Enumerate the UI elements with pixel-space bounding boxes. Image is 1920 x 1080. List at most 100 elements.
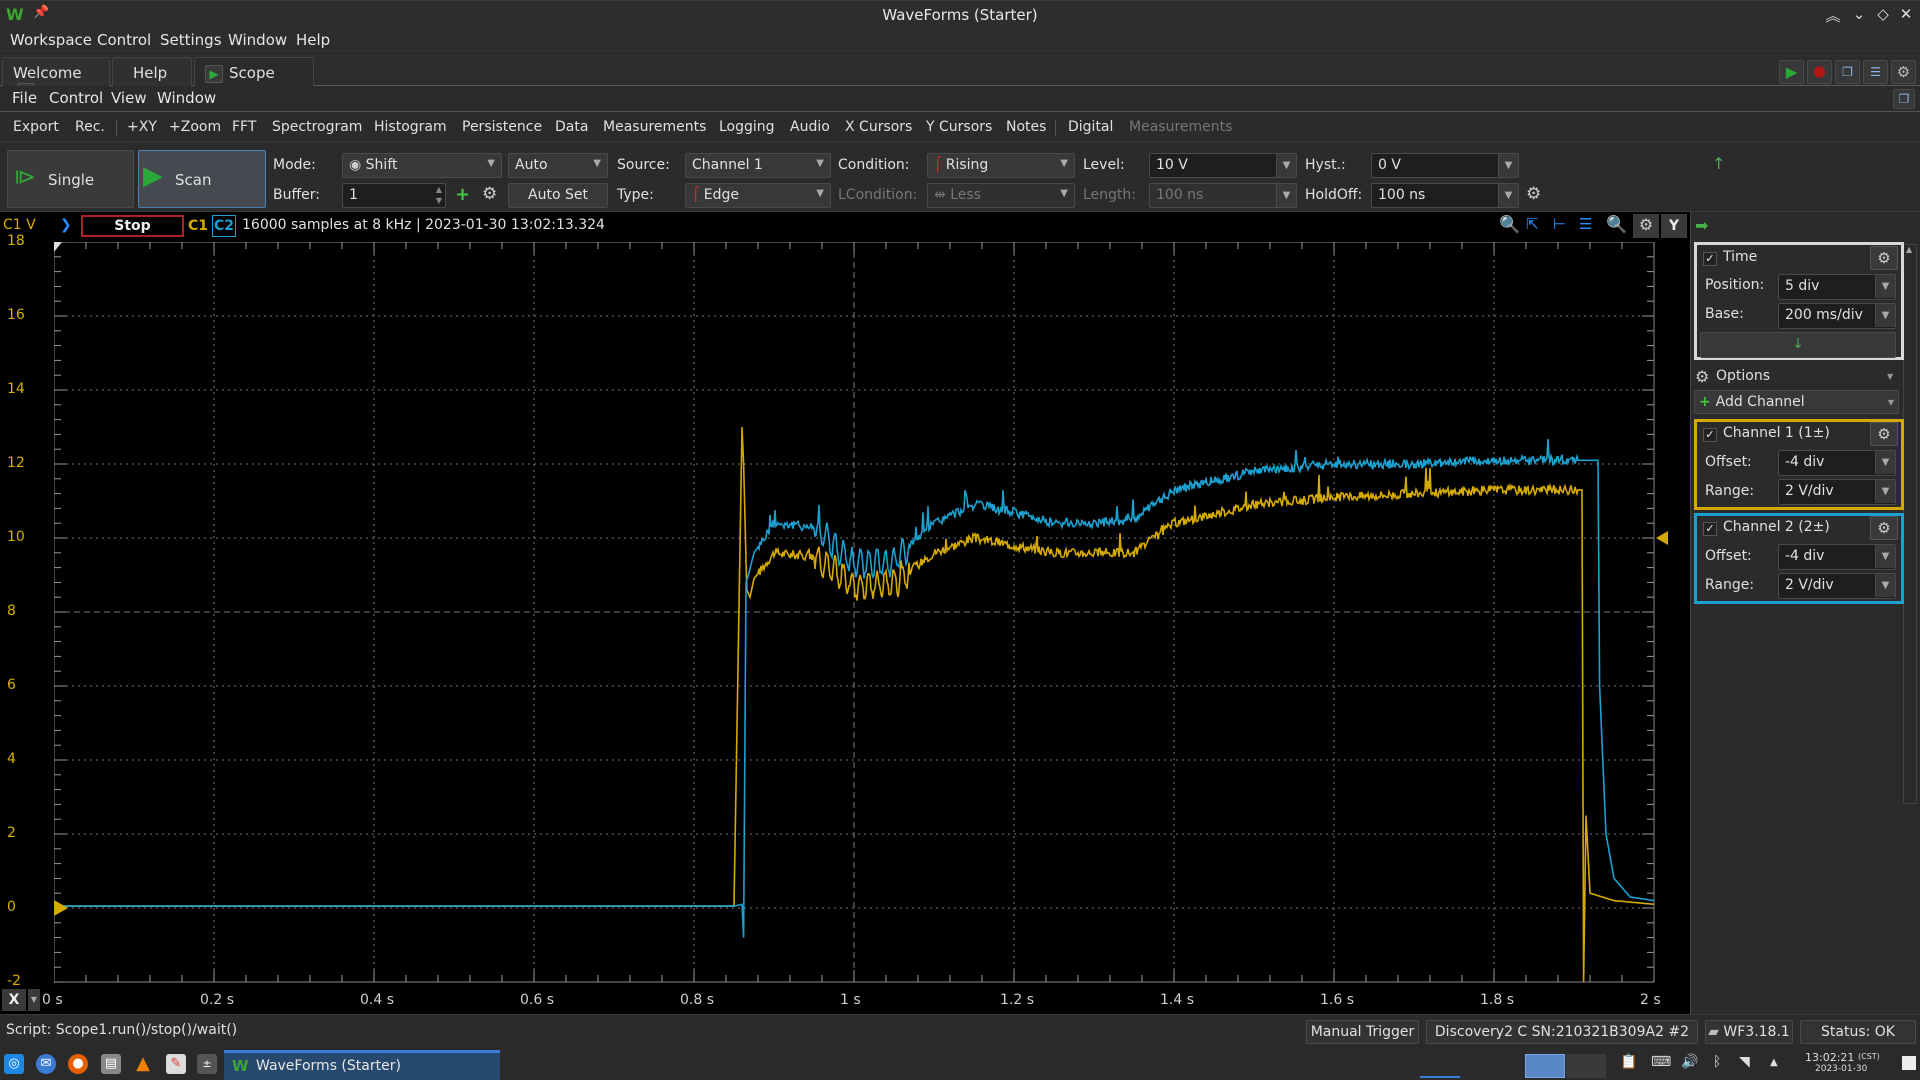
channel-2-enable-checkbox[interactable]: ✓ bbox=[1703, 522, 1717, 536]
mode-select[interactable]: ◉ Shift ▼ bbox=[342, 153, 502, 178]
time-collapse-button[interactable]: ↓ bbox=[1700, 332, 1896, 358]
channel-1-toggle[interactable]: C1 bbox=[186, 215, 210, 237]
chevron-down-icon[interactable]: ▼ bbox=[1875, 275, 1895, 298]
toolbar-fft[interactable]: FFT bbox=[232, 119, 256, 135]
channel-2-toggle[interactable]: C2 bbox=[212, 215, 236, 237]
auto-set-button[interactable]: Auto Set bbox=[508, 183, 608, 208]
tab-help[interactable]: Help bbox=[112, 57, 192, 86]
toolbar-histogram[interactable]: Histogram bbox=[374, 119, 447, 135]
trigger-settings-gear-icon[interactable]: ⚙ bbox=[1526, 184, 1541, 204]
toolbar-rec[interactable]: Rec. bbox=[75, 119, 105, 135]
zoom-select-icon[interactable]: ⇱ bbox=[1526, 215, 1539, 233]
waveform-chart[interactable] bbox=[54, 242, 1684, 984]
toolbar-zoom[interactable]: +Zoom bbox=[169, 119, 221, 135]
device-button[interactable]: Discovery2 C SN:210321B309A2 #2 USB bbox=[1426, 1020, 1698, 1062]
channel-1-range-input[interactable]: 2 V/div ▼ bbox=[1778, 479, 1896, 505]
tile-windows-button[interactable]: ☰ bbox=[1863, 60, 1888, 84]
single-button[interactable]: ⧐ Single bbox=[7, 150, 134, 208]
chevron-down-icon[interactable]: ▼ bbox=[1875, 480, 1895, 503]
cascade-windows-button[interactable]: ❐ bbox=[1835, 60, 1860, 84]
volume-icon[interactable]: 🔊 bbox=[1681, 1054, 1698, 1070]
time-position-input[interactable]: 5 div ▼ bbox=[1778, 274, 1896, 300]
keep-above-icon[interactable]: ︽ bbox=[1823, 5, 1843, 26]
submenu-control[interactable]: Control bbox=[49, 89, 103, 107]
toolbar-spectrogram[interactable]: Spectrogram bbox=[272, 119, 362, 135]
file-manager-icon[interactable]: ▤ bbox=[101, 1054, 121, 1074]
clipboard-icon[interactable]: 📋 bbox=[1620, 1054, 1637, 1070]
time-base-input[interactable]: 200 ms/div ▼ bbox=[1778, 303, 1896, 329]
wifi-icon[interactable]: ◥ bbox=[1739, 1054, 1750, 1070]
menu-settings[interactable]: Settings bbox=[160, 31, 222, 49]
menu-control[interactable]: Control bbox=[97, 31, 151, 49]
add-buffer-icon[interactable]: + bbox=[455, 184, 470, 205]
source-select[interactable]: Channel 1 ▼ bbox=[685, 153, 831, 178]
channel-2-gear-icon[interactable]: ⚙ bbox=[1870, 516, 1898, 540]
time-settings-gear-icon[interactable]: ⚙ bbox=[1870, 246, 1898, 270]
hysteresis-input[interactable]: 0 V ▼ bbox=[1371, 153, 1519, 178]
toolbar-measurements[interactable]: Measurements bbox=[603, 119, 706, 135]
holdoff-input[interactable]: 100 ns ▼ bbox=[1371, 183, 1519, 208]
chevron-down-icon[interactable]: ▼ bbox=[1875, 304, 1895, 327]
chevron-down-icon[interactable]: ▼ bbox=[1276, 154, 1296, 177]
expand-arrow-icon[interactable]: ❯ bbox=[60, 217, 72, 233]
version-button[interactable]: ▰ WF3.18.1 bbox=[1705, 1020, 1793, 1044]
minimize-icon[interactable]: ⌄ bbox=[1849, 5, 1869, 23]
toolbar-y-cursors[interactable]: Y Cursors bbox=[926, 119, 992, 135]
vlc-icon[interactable]: ▲ bbox=[133, 1054, 153, 1074]
channel-1-enable-checkbox[interactable]: ✓ bbox=[1703, 428, 1717, 442]
toolbar-export[interactable]: Export bbox=[13, 119, 59, 135]
settings-gear-button[interactable]: ⚙ bbox=[1891, 60, 1916, 84]
scroll-up-icon[interactable]: ▲ bbox=[1906, 245, 1912, 254]
launcher-icon[interactable]: ◎ bbox=[4, 1054, 24, 1074]
collapse-arrow-icon[interactable]: ↑ bbox=[1712, 154, 1725, 173]
chevron-down-icon[interactable]: ▼ bbox=[1875, 574, 1895, 597]
chevron-down-icon[interactable]: ▼ bbox=[1875, 545, 1895, 568]
menu-help[interactable]: Help bbox=[296, 31, 330, 49]
x-axis-button[interactable]: X bbox=[2, 989, 26, 1011]
options-dropdown[interactable]: Options bbox=[1716, 368, 1770, 384]
condition-select[interactable]: ⌠ Rising ▼ bbox=[927, 153, 1075, 178]
channel-1-gear-icon[interactable]: ⚙ bbox=[1870, 422, 1898, 446]
scan-button[interactable]: ▶ Scan bbox=[138, 150, 266, 208]
zoom-vertical-icon[interactable]: ☰ bbox=[1579, 215, 1592, 233]
zoom-horizontal-icon[interactable]: ⊢ bbox=[1553, 215, 1566, 233]
tray-expand-icon[interactable]: ▲ bbox=[1770, 1057, 1778, 1068]
channel-1-offset-input[interactable]: -4 div ▼ bbox=[1778, 450, 1896, 476]
x-axis-dropdown-icon[interactable]: ▼ bbox=[28, 989, 40, 1011]
submenu-file[interactable]: File bbox=[12, 89, 37, 107]
submenu-view[interactable]: View bbox=[111, 89, 147, 107]
panel-arrow-icon[interactable]: ➡ bbox=[1695, 216, 1708, 235]
tab-scope-1[interactable]: ▶Scope 1✕ bbox=[194, 57, 314, 101]
close-window-icon[interactable]: ✕ bbox=[1896, 5, 1916, 23]
firefox-icon[interactable]: ● bbox=[68, 1054, 88, 1074]
zoom-reset-icon[interactable]: 🔍 bbox=[1499, 215, 1520, 235]
channel-2-offset-input[interactable]: -4 div ▼ bbox=[1778, 544, 1896, 570]
zoom-fit-icon[interactable]: 🔍 bbox=[1606, 215, 1627, 235]
level-input[interactable]: 10 V ▼ bbox=[1149, 153, 1297, 178]
thunderbird-icon[interactable]: ✉ bbox=[36, 1054, 56, 1074]
desktop-2[interactable] bbox=[1566, 1054, 1606, 1078]
toolbar-persistence[interactable]: Persistence bbox=[462, 119, 542, 135]
toolbar-xy[interactable]: +XY bbox=[127, 119, 157, 135]
toolbar-data[interactable]: Data bbox=[555, 119, 588, 135]
type-select[interactable]: ⌠ Edge ▼ bbox=[685, 183, 831, 208]
maximize-icon[interactable]: ◇ bbox=[1873, 5, 1893, 23]
status-badge[interactable]: Status: OK bbox=[1800, 1020, 1916, 1044]
run-all-button[interactable]: ▶ bbox=[1779, 60, 1804, 84]
chevron-down-icon[interactable]: ▼ bbox=[1498, 154, 1518, 177]
taskbar-app-waveforms[interactable]: W WaveForms (Starter) bbox=[224, 1050, 500, 1080]
buffer-input[interactable]: 1 ▲ ▼ bbox=[342, 183, 446, 208]
stop-button[interactable]: Stop bbox=[81, 215, 184, 237]
show-desktop-icon[interactable] bbox=[1902, 1056, 1916, 1070]
keyboard-icon[interactable]: ⌨ bbox=[1651, 1054, 1671, 1070]
y-axis-button[interactable]: Y bbox=[1661, 214, 1687, 238]
desktop-1[interactable] bbox=[1525, 1054, 1565, 1078]
toolbar-notes[interactable]: Notes bbox=[1006, 119, 1046, 135]
plot-settings-gear-button[interactable]: ⚙ bbox=[1633, 214, 1659, 238]
stop-all-button[interactable]: ⬣ bbox=[1807, 60, 1832, 84]
menu-workspace[interactable]: Workspace bbox=[10, 31, 92, 49]
toolbar-digital[interactable]: Digital bbox=[1068, 119, 1113, 135]
spin-arrows-icon[interactable]: ▲ ▼ bbox=[436, 184, 442, 206]
channel-2-range-input[interactable]: 2 V/div ▼ bbox=[1778, 573, 1896, 599]
tab-welcome[interactable]: Welcome + bbox=[2, 57, 110, 101]
